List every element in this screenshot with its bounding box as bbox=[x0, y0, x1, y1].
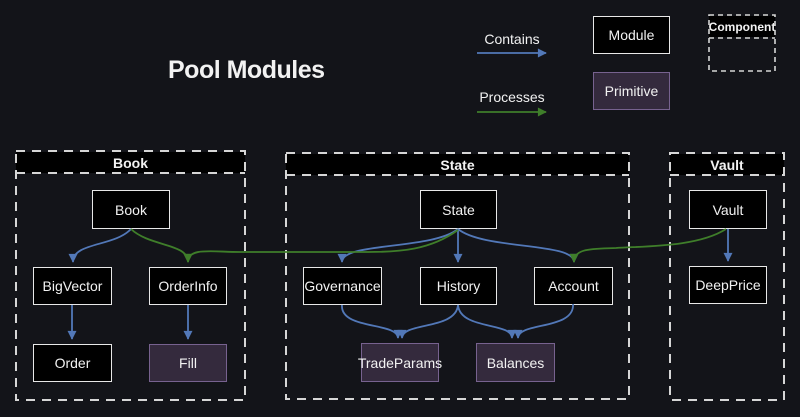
legend-primitive-box: Primitive bbox=[593, 72, 670, 110]
legend-primitive-label: Primitive bbox=[605, 83, 659, 99]
node-account: Account bbox=[534, 267, 613, 305]
edge-history-tradeparams-contains bbox=[402, 305, 458, 338]
node-tradeparams: TradeParams bbox=[361, 343, 439, 382]
legend-contains-label: Contains bbox=[477, 31, 547, 47]
edge-state-account-contains bbox=[458, 229, 574, 262]
page-title: Pool Modules bbox=[168, 56, 328, 85]
node-governance: Governance bbox=[303, 267, 382, 305]
node-history: History bbox=[420, 267, 497, 305]
legend-processes-label: Processes bbox=[471, 89, 553, 105]
container-vault-title: Vault bbox=[670, 154, 784, 175]
edge-state-governance-contains bbox=[342, 229, 458, 262]
edge-history-balances-contains bbox=[458, 305, 512, 338]
node-deepprice: DeepPrice bbox=[689, 266, 767, 304]
edge-account-balances-contains bbox=[518, 304, 573, 338]
node-state: State bbox=[420, 190, 497, 229]
node-fill: Fill bbox=[149, 344, 227, 382]
diagram-canvas: Pool Modules Contains Processes Module P… bbox=[0, 0, 800, 417]
edge-state-orderinfo-processes bbox=[188, 230, 458, 262]
edge-book-orderinfo-processes bbox=[131, 229, 188, 262]
node-vault: Vault bbox=[689, 190, 767, 229]
node-orderinfo: OrderInfo bbox=[149, 267, 227, 305]
legend-module-box: Module bbox=[593, 16, 670, 54]
node-balances: Balances bbox=[476, 343, 555, 382]
node-bigvector: BigVector bbox=[33, 267, 112, 305]
legend-component-label: Component bbox=[709, 20, 776, 34]
edge-governance-tradeparams-contains bbox=[342, 305, 398, 338]
node-order: Order bbox=[33, 344, 112, 382]
legend-component-box: Component bbox=[709, 16, 775, 37]
node-book: Book bbox=[92, 190, 170, 229]
edge-vault-account-processes bbox=[574, 229, 726, 262]
container-book-title: Book bbox=[16, 152, 245, 173]
legend-module-label: Module bbox=[609, 27, 655, 43]
edge-book-bigvector-contains bbox=[73, 229, 131, 262]
container-state-title: State bbox=[286, 154, 629, 175]
